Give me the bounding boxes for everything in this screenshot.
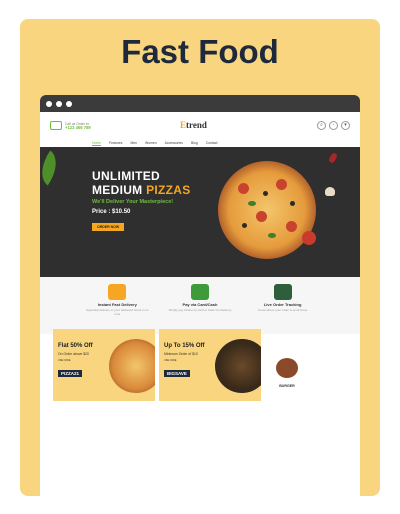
feature-item: Pay via Card/Cash Simply pay Online by c… bbox=[167, 284, 233, 312]
feature-title: Instant Fast Delivery bbox=[97, 302, 137, 307]
offer-code: BIGSAVE bbox=[164, 370, 190, 377]
features-strip: Instant Fast Delivery Superfast delivery… bbox=[40, 277, 360, 334]
offer-title: Up To 15% Off bbox=[164, 343, 205, 349]
noodles-image bbox=[215, 339, 261, 393]
feature-desc: Superfast delivery to your delivered hou… bbox=[85, 308, 149, 316]
feature-desc: Know where your order is at all times bbox=[258, 308, 308, 312]
contact-phone[interactable]: +123 456 789 bbox=[65, 125, 91, 130]
olive-icon bbox=[290, 201, 295, 206]
browser-chrome bbox=[40, 95, 360, 112]
offer-title: Flat 50% Off bbox=[58, 343, 93, 349]
header-icons: ⌕ ◦ ▾ bbox=[317, 121, 350, 130]
menu-item-label: BURGER bbox=[279, 384, 295, 388]
user-icon[interactable]: ◦ bbox=[329, 121, 338, 130]
window-dot-icon bbox=[56, 100, 62, 107]
order-now-button[interactable]: ORDER NOW bbox=[92, 223, 125, 231]
card-payment-icon bbox=[190, 284, 209, 300]
offer-code: PIZZA21 bbox=[58, 370, 83, 377]
chili-icon bbox=[327, 152, 339, 164]
nav-contact[interactable]: Contact bbox=[206, 141, 218, 145]
offer-code-label: USE CODE bbox=[58, 359, 71, 362]
offer-card[interactable]: Flat 50% Off On Order above $20 USE CODE… bbox=[53, 329, 155, 401]
hero-banner: UNLIMITED MEDIUM PIZZAS We'll Deliver Yo… bbox=[40, 147, 360, 277]
offer-subtitle: Minimum Order of $10 bbox=[164, 352, 198, 356]
browser-window: Call us Order in: +123 456 789 Etrend ⌕ … bbox=[40, 95, 360, 496]
nav-blog[interactable]: Blog bbox=[191, 141, 198, 145]
basil-leaf-icon bbox=[40, 150, 65, 186]
nav-accessories[interactable]: Accessories bbox=[165, 141, 183, 145]
offer-card[interactable]: Up To 15% Off Minimum Order of $10 USE C… bbox=[159, 329, 261, 401]
offer-code-label: USE CODE bbox=[164, 359, 177, 362]
pepperoni-icon bbox=[256, 211, 267, 222]
tomato-icon bbox=[302, 231, 316, 245]
hero-price: Price : $10.50 bbox=[92, 209, 131, 215]
map-tracking-icon bbox=[273, 284, 292, 300]
mushroom-icon bbox=[325, 187, 335, 196]
hero-line-2-a: MEDIUM bbox=[92, 183, 147, 197]
card-title: Fast Food bbox=[121, 33, 279, 70]
hero-line-2: MEDIUM PIZZAS bbox=[92, 183, 191, 197]
cart-icon[interactable]: ▾ bbox=[341, 121, 350, 130]
feature-item: Live Order Tracking Know where your orde… bbox=[250, 284, 316, 312]
pizza-image bbox=[109, 339, 155, 393]
window-dot-icon bbox=[46, 100, 52, 107]
search-icon[interactable]: ⌕ bbox=[317, 121, 326, 130]
offers-row: Flat 50% Off On Order above $20 USE CODE… bbox=[53, 329, 261, 401]
offer-subtitle: On Order above $20 bbox=[58, 352, 89, 356]
burger-icon bbox=[276, 358, 298, 378]
hero-line-1: UNLIMITED bbox=[92, 169, 161, 183]
hero-text: UNLIMITED MEDIUM PIZZAS We'll Deliver Yo… bbox=[92, 169, 191, 233]
delivery-scooter-icon bbox=[108, 284, 127, 300]
pepperoni-icon bbox=[286, 221, 297, 232]
hero-tagline: We'll Deliver Your Masterpiece! bbox=[92, 199, 174, 205]
logo-text: trend bbox=[186, 120, 207, 130]
pepperoni-icon bbox=[276, 179, 287, 190]
olive-icon bbox=[263, 191, 268, 196]
feature-desc: Simply pay Online by card or Cash On Del… bbox=[168, 308, 232, 312]
contact-block: Call us Order in: +123 456 789 bbox=[50, 121, 91, 130]
site-logo[interactable]: Etrend bbox=[180, 120, 207, 130]
olive-icon bbox=[242, 223, 247, 228]
site-header: Call us Order in: +123 456 789 Etrend ⌕ … bbox=[40, 112, 360, 139]
pepperoni-icon bbox=[238, 183, 249, 194]
feature-title: Pay via Card/Cash bbox=[182, 302, 218, 307]
delivery-truck-icon bbox=[50, 121, 62, 130]
hero-line-2-b: PIZZAS bbox=[146, 183, 191, 197]
nav-women[interactable]: Women bbox=[145, 141, 157, 145]
pizza-image bbox=[218, 161, 316, 259]
nav-home[interactable]: Home bbox=[92, 141, 102, 146]
showcase-card: Fast Food Call us Order in: +123 456 789… bbox=[20, 19, 380, 496]
main-nav: Home Features Men Women Accessories Blog… bbox=[40, 139, 360, 147]
nav-features[interactable]: Features bbox=[109, 141, 122, 145]
menu-item-burger[interactable]: BURGER bbox=[275, 358, 299, 388]
feature-item: Instant Fast Delivery Superfast delivery… bbox=[84, 284, 150, 316]
window-dot-icon bbox=[66, 100, 72, 107]
basil-icon bbox=[248, 201, 256, 206]
feature-title: Live Order Tracking bbox=[263, 302, 302, 307]
nav-men[interactable]: Men bbox=[130, 141, 137, 145]
basil-icon bbox=[268, 233, 276, 238]
